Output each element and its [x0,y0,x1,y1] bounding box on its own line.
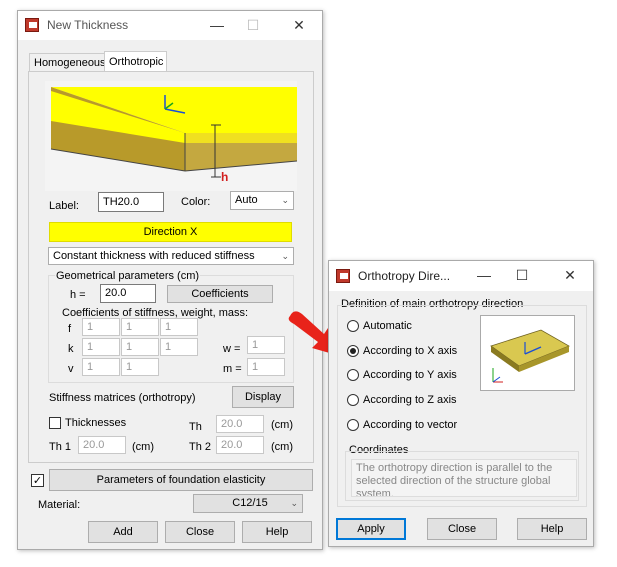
th-label: Th [189,421,202,433]
thicknesses-label: Thicknesses [65,417,127,429]
help-button[interactable]: Help [517,518,587,540]
dialog-title: New Thickness [47,18,129,32]
close-label: Close [447,523,477,535]
f-label: f [68,323,72,335]
k-label: k [68,343,74,355]
label-input[interactable]: TH20.0 [98,192,164,212]
radio-z-axis[interactable] [347,394,359,406]
radio-z-axis-label: According to Z axis [363,394,457,406]
app-icon [336,269,350,283]
color-select-value: Auto [235,194,258,206]
minimize-icon[interactable]: — [202,11,232,40]
add-label: Add [113,526,133,538]
th1-unit: (cm) [132,441,154,453]
label-caption: Label: [49,200,79,212]
m-input[interactable]: 1 [247,358,285,376]
th2-unit: (cm) [271,441,293,453]
minimize-icon[interactable]: — [469,261,499,290]
radio-y-axis[interactable] [347,369,359,381]
chevron-down-icon: ⌄ [281,195,289,205]
f-input-1[interactable]: 1 [82,318,120,336]
m-label: m = [223,363,242,375]
orthotropy-direction-dialog: Orthotropy Dire... — ☐ ✕ Definition of m… [328,260,594,547]
w-label: w = [223,343,241,355]
close-label: Close [185,526,215,538]
th2-input[interactable]: 20.0 [216,436,264,454]
thickness-type-value: Constant thickness with reduced stiffnes… [53,250,255,262]
direction-x-label: Direction X [143,226,198,238]
v-input-2[interactable]: 1 [121,358,159,376]
material-select[interactable]: C12/15 ⌄ [193,494,303,513]
maximize-icon[interactable]: ☐ [238,11,268,40]
close-icon[interactable]: ✕ [284,11,314,40]
display-label: Display [244,391,282,403]
close-icon[interactable]: ✕ [555,261,585,290]
color-caption: Color: [181,196,211,208]
apply-label: Apply [357,523,385,535]
apply-button[interactable]: Apply [336,518,406,540]
orthotropy-preview-image [480,315,575,391]
close-button[interactable]: Close [165,521,235,543]
h-label: h = [70,289,86,301]
radio-x-axis[interactable] [347,345,359,357]
chevron-down-icon: ⌄ [281,251,289,261]
thicknesses-checkbox[interactable] [49,417,61,429]
foundation-elasticity-button[interactable]: Parameters of foundation elasticity [49,469,313,491]
radio-x-axis-label: According to X axis [363,345,458,357]
color-select[interactable]: Auto ⌄ [230,191,294,210]
new-thickness-dialog: New Thickness — ☐ ✕ Homogeneous Orthotro… [17,10,323,550]
radio-vector-label: According to vector [363,419,458,431]
maximize-icon[interactable]: ☐ [507,261,537,290]
stiffness-label: Stiffness matrices (orthotropy) [49,392,196,404]
th-input[interactable]: 20.0 [216,415,264,433]
k-input-2[interactable]: 1 [121,338,159,356]
v-input-1[interactable]: 1 [82,358,120,376]
thickness-preview-image: h [45,81,298,191]
material-label: Material: [38,499,81,511]
radio-automatic-label: Automatic [363,320,412,332]
title-bar: New Thickness — ☐ ✕ [18,11,322,40]
v-label: v [68,363,74,375]
th1-input[interactable]: 20.0 [78,436,126,454]
foundation-elasticity-label: Parameters of foundation elasticity [96,474,266,486]
slab-drawing: h [45,81,298,191]
th-unit: (cm) [271,419,293,431]
radio-automatic[interactable] [347,320,359,332]
help-label: Help [540,523,564,535]
app-icon [25,18,39,32]
add-button[interactable]: Add [88,521,158,543]
h-dimension-label: h [221,170,228,184]
chevron-down-icon: ⌄ [290,498,298,508]
thickness-type-select[interactable]: Constant thickness with reduced stiffnes… [48,247,294,265]
tab-orthotropic[interactable]: Orthotropic [104,51,167,72]
plate-drawing [490,329,570,383]
foundation-checkbox[interactable]: ✓ [31,474,44,487]
display-button[interactable]: Display [232,386,294,408]
f-input-2[interactable]: 1 [121,318,159,336]
coefficients-label: Coefficients [191,288,249,300]
close-button[interactable]: Close [427,518,497,540]
help-button[interactable]: Help [242,521,312,543]
coefficients-button[interactable]: Coefficients [167,285,273,303]
th1-label: Th 1 [49,441,72,453]
h-input[interactable]: 20.0 [100,284,156,303]
geometrical-parameters-title: Geometrical parameters (cm) [55,270,201,282]
tab-homogeneous[interactable]: Homogeneous [29,53,106,71]
help-label: Help [265,526,289,538]
coordinates-text: The orthotropy direction is parallel to … [351,459,577,497]
f-input-3[interactable]: 1 [160,318,198,336]
w-input[interactable]: 1 [247,336,285,354]
k-input-3[interactable]: 1 [160,338,198,356]
radio-y-axis-label: According to Y axis [363,369,457,381]
k-input-1[interactable]: 1 [82,338,120,356]
direction-x-button[interactable]: Direction X [49,222,292,242]
tab-label: Orthotropic [109,56,164,68]
tab-label: Homogeneous [34,57,106,69]
material-value: C12/15 [232,497,268,509]
title-bar: Orthotropy Dire... — ☐ ✕ [329,261,593,291]
dialog-title: Orthotropy Dire... [358,269,451,283]
radio-vector[interactable] [347,419,359,431]
th2-label: Th 2 [189,441,212,453]
